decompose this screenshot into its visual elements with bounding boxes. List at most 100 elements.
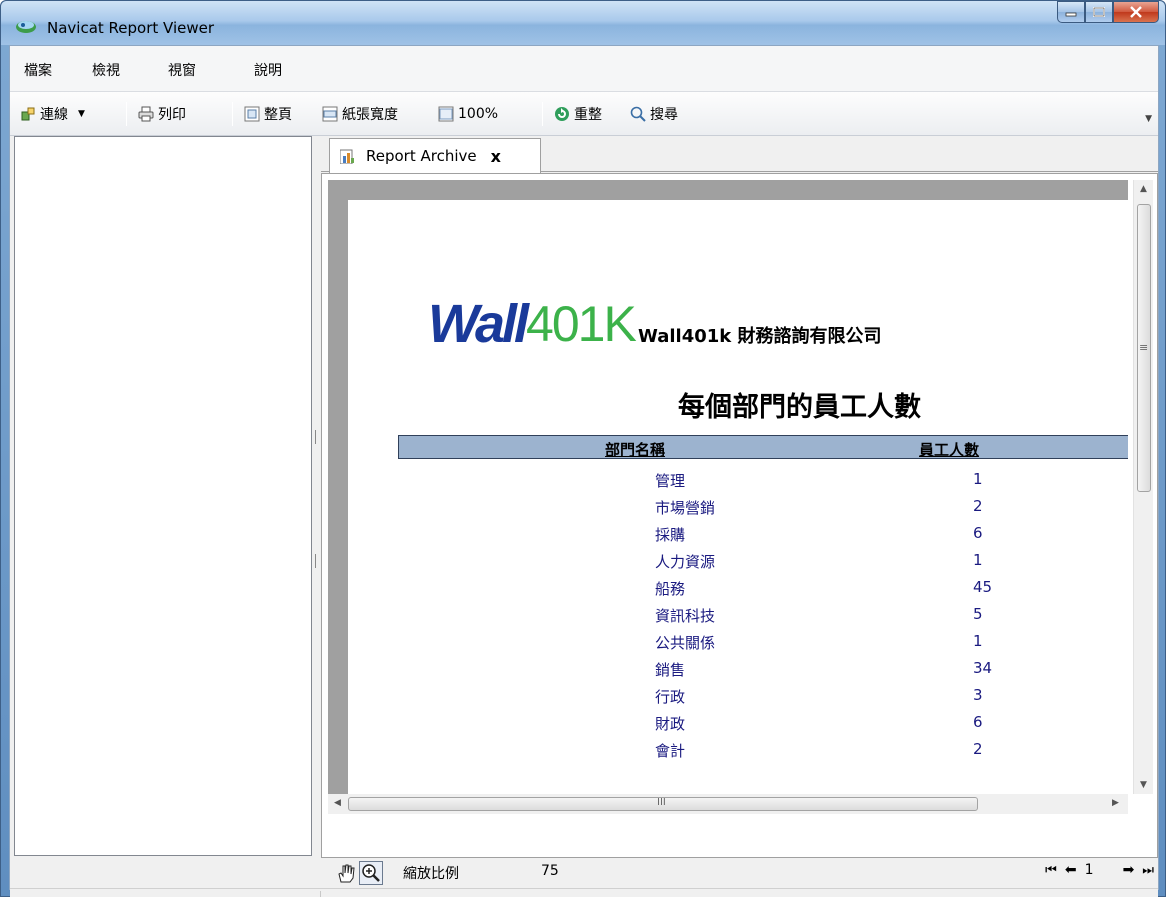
company-name: Wall401k 財務諮詢有限公司 bbox=[638, 326, 882, 347]
report-page: Wall 401K Wall401k 財務諮詢有限公司 每個部門的員工人數 部門名… bbox=[348, 200, 1128, 794]
scroll-up-icon[interactable]: ▲ bbox=[1140, 184, 1147, 194]
vertical-scroll-thumb[interactable]: ≡ bbox=[1137, 204, 1151, 492]
next-page-icon[interactable]: ➡ bbox=[1123, 862, 1135, 878]
status-bar bbox=[10, 888, 1158, 897]
report-rows: 管理 1 市場營銷 2 採購 6 人力資源 1 船務 45 資訊科技 5 公共關係 1 銷售 3… bbox=[398, 470, 1128, 770]
scroll-grip-icon: III bbox=[657, 797, 666, 808]
caption-buttons bbox=[1057, 1, 1159, 23]
employee-count: 1 bbox=[973, 632, 983, 650]
tab-label: Report Archive bbox=[366, 147, 477, 165]
department-name: 公共關係 bbox=[655, 634, 716, 652]
search-label: 搜尋 bbox=[650, 107, 678, 123]
client-area: 檔案 檢視 視窗 說明 連線 ▼ 列印 整頁 紙張寬度 100% 重整 搜尋 ▼… bbox=[9, 45, 1159, 897]
employee-count: 6 bbox=[973, 524, 983, 542]
table-row: 行政 3 bbox=[398, 686, 1128, 713]
tab-close-icon[interactable]: x bbox=[491, 147, 501, 166]
header-count: 員工人數 bbox=[919, 441, 980, 459]
menu-view[interactable]: 檢視 bbox=[92, 60, 120, 80]
status-divider bbox=[320, 891, 321, 897]
connect-label: 連線 bbox=[40, 107, 68, 123]
department-name: 人力資源 bbox=[655, 553, 716, 571]
report-canvas[interactable]: Wall 401K Wall401k 財務諮詢有限公司 每個部門的員工人數 部門名… bbox=[328, 180, 1128, 794]
whole-page-label: 整頁 bbox=[264, 107, 292, 123]
table-row: 人力資源 1 bbox=[398, 551, 1128, 578]
toolbar-separator bbox=[126, 102, 127, 126]
department-name: 銷售 bbox=[655, 661, 686, 679]
scroll-right-icon[interactable]: ▶ bbox=[1112, 798, 1119, 808]
menu-help[interactable]: 說明 bbox=[254, 60, 282, 80]
page-width-icon bbox=[322, 106, 338, 122]
table-row: 採購 6 bbox=[398, 524, 1128, 551]
page-width-button[interactable]: 紙張寬度 bbox=[322, 103, 398, 125]
tab-report-archive[interactable]: Report Archive x bbox=[329, 138, 541, 173]
toolbar-separator bbox=[232, 102, 233, 126]
zoom-100-button[interactable]: 100% bbox=[438, 103, 498, 125]
menu-window[interactable]: 視窗 bbox=[168, 60, 196, 80]
department-name: 財政 bbox=[655, 715, 686, 733]
search-icon bbox=[630, 106, 646, 122]
chevron-down-icon: ▼ bbox=[78, 109, 85, 119]
menu-file[interactable]: 檔案 bbox=[24, 60, 52, 80]
scroll-down-icon[interactable]: ▼ bbox=[1140, 780, 1147, 790]
employee-count: 1 bbox=[973, 470, 983, 488]
zoom-bar: 縮放比例 75 ⏮ ⬅ 1 ➡ ⏭ bbox=[321, 858, 1158, 888]
search-button[interactable]: 搜尋 bbox=[630, 103, 678, 125]
minimize-button[interactable] bbox=[1057, 1, 1085, 23]
maximize-button[interactable] bbox=[1085, 1, 1113, 23]
report-icon bbox=[340, 149, 354, 164]
scroll-left-icon[interactable]: ◀ bbox=[334, 798, 341, 808]
connection-icon bbox=[21, 107, 35, 121]
horizontal-scrollbar[interactable]: ◀ III ▶ bbox=[328, 794, 1128, 814]
employee-count: 1 bbox=[973, 551, 983, 569]
left-panel[interactable] bbox=[14, 136, 312, 856]
print-button[interactable]: 列印 bbox=[138, 103, 186, 125]
splitter-grip[interactable] bbox=[315, 430, 319, 444]
printer-icon bbox=[138, 106, 154, 122]
page-number[interactable]: 1 bbox=[1085, 862, 1115, 878]
splitter-grip[interactable] bbox=[315, 554, 319, 568]
whole-page-button[interactable]: 整頁 bbox=[244, 103, 292, 125]
department-name: 會計 bbox=[655, 742, 686, 760]
department-name: 行政 bbox=[655, 688, 686, 706]
table-row: 船務 45 bbox=[398, 578, 1128, 605]
minimize-icon bbox=[1065, 12, 1077, 17]
maximize-icon bbox=[1093, 7, 1105, 17]
zoom-value-input[interactable]: 75 bbox=[541, 863, 559, 879]
header-department: 部門名稱 bbox=[605, 441, 666, 459]
horizontal-scroll-thumb[interactable]: III bbox=[348, 797, 978, 811]
report-viewer: Wall 401K Wall401k 財務諮詢有限公司 每個部門的員工人數 部門名… bbox=[321, 173, 1158, 858]
table-row: 會計 2 bbox=[398, 740, 1128, 767]
actual-size-icon bbox=[438, 106, 454, 122]
last-page-icon[interactable]: ⏭ bbox=[1142, 863, 1154, 878]
navicat-icon bbox=[16, 21, 36, 33]
table-row: 財政 6 bbox=[398, 713, 1128, 740]
table-row: 市場營銷 2 bbox=[398, 497, 1128, 524]
title-bar[interactable]: Navicat Report Viewer bbox=[1, 1, 1165, 45]
refresh-icon bbox=[555, 107, 569, 121]
zoom-label: 縮放比例 bbox=[403, 866, 459, 882]
previous-page-icon[interactable]: ⬅ bbox=[1065, 862, 1077, 878]
zoom-in-icon[interactable] bbox=[359, 861, 383, 885]
department-name: 資訊科技 bbox=[655, 607, 716, 625]
table-row: 銷售 34 bbox=[398, 659, 1128, 686]
toolbar-overflow-icon[interactable]: ▼ bbox=[1145, 114, 1152, 124]
connect-button[interactable]: 連線 ▼ bbox=[20, 103, 85, 125]
zoom-100-label: 100% bbox=[458, 106, 499, 122]
employee-count: 6 bbox=[973, 713, 983, 731]
refresh-button[interactable]: 重整 bbox=[554, 103, 602, 125]
print-label: 列印 bbox=[158, 107, 186, 123]
toolbar: 連線 ▼ 列印 整頁 紙張寬度 100% 重整 搜尋 ▼ bbox=[10, 92, 1158, 136]
employee-count: 34 bbox=[973, 659, 993, 677]
panel-splitter[interactable] bbox=[313, 136, 321, 856]
employee-count: 2 bbox=[973, 497, 983, 515]
employee-count: 5 bbox=[973, 605, 983, 623]
vertical-scrollbar[interactable]: ▲ ≡ ▼ bbox=[1133, 180, 1153, 794]
page-navigator: ⏮ ⬅ 1 ➡ ⏭ bbox=[1045, 862, 1154, 878]
refresh-label: 重整 bbox=[574, 107, 602, 123]
first-page-icon[interactable]: ⏮ bbox=[1045, 863, 1057, 878]
employee-count: 2 bbox=[973, 740, 983, 758]
hand-tool-icon[interactable] bbox=[335, 862, 357, 884]
toolbar-separator bbox=[542, 102, 543, 126]
close-button[interactable] bbox=[1113, 1, 1159, 23]
page-width-label: 紙張寬度 bbox=[342, 107, 398, 123]
